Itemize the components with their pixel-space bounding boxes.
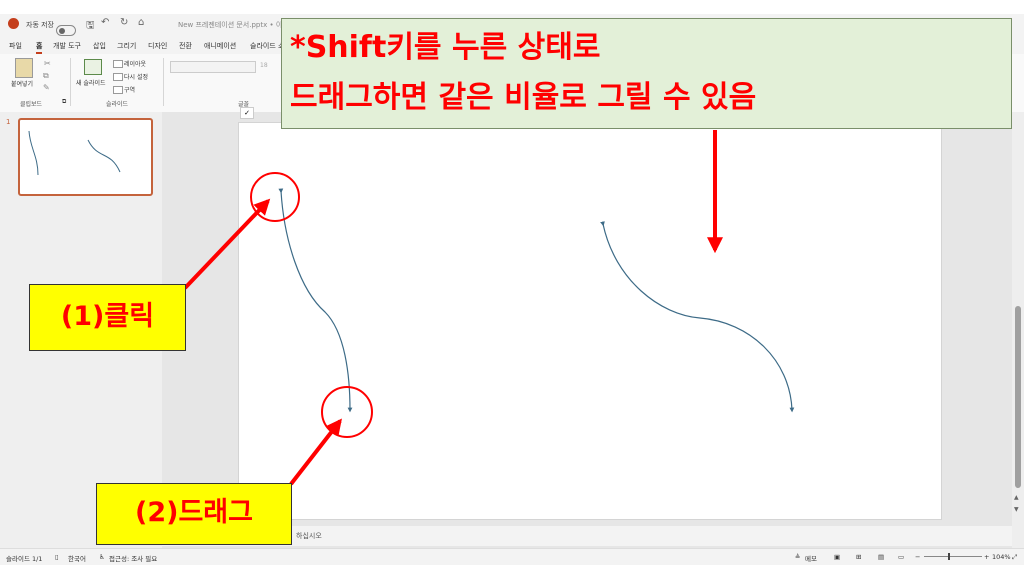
drag-end-circle: [321, 386, 373, 438]
arrow-step2: [289, 418, 342, 486]
callout-line-1: *Shift키를 누른 상태로: [290, 30, 601, 65]
step2-label: (2)드래그: [96, 483, 292, 545]
step1-label: (1)클릭: [29, 284, 186, 351]
instruction-callout: *Shift키를 누른 상태로 드래그하면 같은 비율로 그릴 수 있음: [281, 18, 1012, 129]
curve-shape-left: [278, 188, 353, 413]
curve-shape-right: [600, 221, 795, 413]
callout-line-2: 드래그하면 같은 비율로 그릴 수 있음: [290, 80, 757, 115]
arrow-step1: [183, 198, 271, 290]
